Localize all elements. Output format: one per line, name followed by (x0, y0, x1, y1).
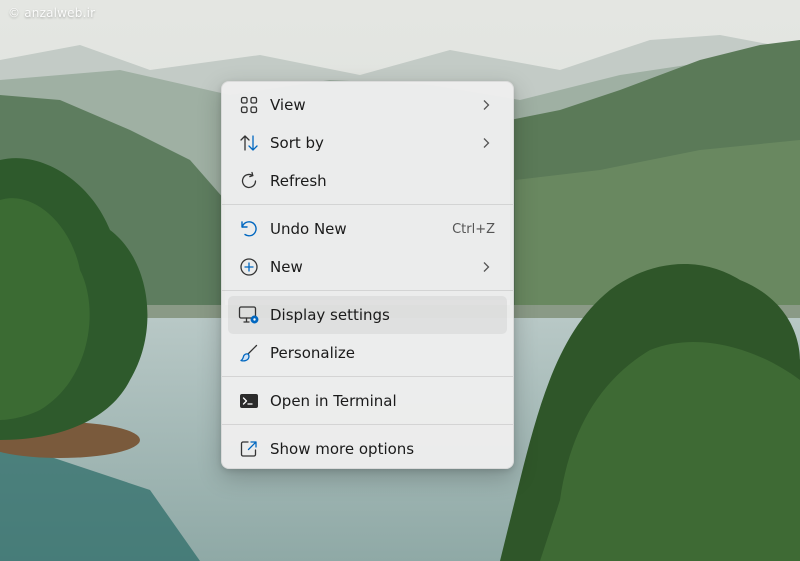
menu-item-refresh[interactable]: Refresh (228, 162, 507, 200)
refresh-icon (238, 170, 260, 192)
grid-icon (238, 94, 260, 116)
display-settings-icon (238, 304, 260, 326)
chevron-right-icon (479, 136, 493, 150)
undo-icon (238, 218, 260, 240)
menu-separator (222, 290, 513, 291)
menu-item-label: Refresh (270, 172, 327, 190)
menu-item-label: New (270, 258, 303, 276)
sort-arrows-icon (238, 132, 260, 154)
keyboard-shortcut: Ctrl+Z (452, 221, 495, 237)
menu-item-view[interactable]: View (228, 86, 507, 124)
menu-item-new[interactable]: New (228, 248, 507, 286)
brush-icon (238, 342, 260, 364)
menu-item-open-in-terminal[interactable]: Open in Terminal (228, 382, 507, 420)
chevron-right-icon (479, 98, 493, 112)
menu-item-label: Personalize (270, 344, 356, 362)
menu-item-label: Open in Terminal (270, 392, 397, 410)
terminal-icon (238, 390, 260, 412)
menu-item-personalize[interactable]: Personalize (228, 334, 507, 372)
menu-item-undo-new[interactable]: Undo New Ctrl+Z (228, 210, 507, 248)
menu-item-label: Display settings (270, 306, 390, 324)
menu-item-label: Show more options (270, 440, 415, 458)
watermark-text: © anzalweb.ir (8, 6, 96, 20)
menu-item-label: View (270, 96, 306, 114)
menu-separator (222, 424, 513, 425)
plus-circle-icon (238, 256, 260, 278)
external-window-icon (238, 438, 260, 460)
menu-item-label: Undo New (270, 220, 347, 238)
menu-separator (222, 376, 513, 377)
menu-item-show-more-options[interactable]: Show more options (228, 430, 507, 468)
menu-item-sort-by[interactable]: Sort by (228, 124, 507, 162)
menu-item-label: Sort by (270, 134, 324, 152)
desktop-context-menu: View Sort by Refresh Undo New Ctrl+Z New… (221, 81, 514, 469)
menu-item-display-settings[interactable]: Display settings (228, 296, 507, 334)
menu-separator (222, 204, 513, 205)
chevron-right-icon (479, 260, 493, 274)
